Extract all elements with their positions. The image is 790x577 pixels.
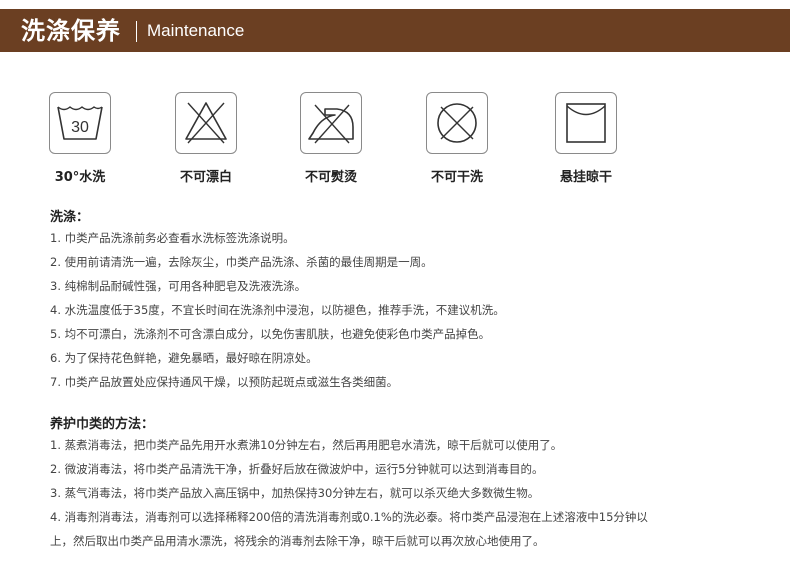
wash-30-icon: 30 <box>57 106 103 140</box>
care-icon-label: 30°水洗 <box>54 170 106 185</box>
washing-item: 5. 均不可漂白，洗涤剂不可含漂白成分，以免伤害肌肤，也避免使彩色巾类产品掉色。 <box>50 327 491 341</box>
care-icon-box <box>555 92 617 154</box>
washing-item: 1. 巾类产品洗涤前务必查看水洗标签洗涤说明。 <box>50 231 295 245</box>
washing-item: 3. 纯棉制品耐碱性强，可用各种肥皂及洗液洗涤。 <box>50 279 307 293</box>
care-item: 2. 微波消毒法，将巾类产品清洗干净，折叠好后放在微波炉中，运行5分钟就可以达到… <box>50 462 544 476</box>
hang-dry-icon <box>566 103 606 143</box>
care-item: 上，然后取出巾类产品用清水漂洗，将残余的消毒剂去除干净，晾干后就可以再次放心地使… <box>50 534 545 548</box>
page-title: 洗涤保养 <box>21 17 121 45</box>
care-icon-box <box>175 92 237 154</box>
no-bleach-icon <box>185 102 227 144</box>
care-icon-box: 30 <box>49 92 111 154</box>
care-icon-label: 不可干洗 <box>430 170 483 185</box>
care-icon-label: 不可熨烫 <box>304 170 357 185</box>
care-item: 4. 消毒剂消毒法，消毒剂可以选择稀释200倍的清洗消毒剂或0.1%的洗必泰。将… <box>50 510 648 524</box>
wash-temp-number: 30 <box>71 119 89 136</box>
care-section-title: 养护巾类的方法： <box>50 417 155 432</box>
care-icon-label: 悬挂晾干 <box>559 170 612 185</box>
no-dry-clean-icon <box>437 103 477 143</box>
washing-section-title: 洗涤： <box>50 210 90 225</box>
care-item: 1. 蒸煮消毒法，把巾类产品先用开水煮沸10分钟左右，然后再用肥皂水清洗，晾干后… <box>50 438 563 452</box>
care-icons-row: 30 30°水洗 不可漂白 不可熨烫 不可干洗 悬挂晾干 <box>0 92 790 192</box>
washing-item: 6. 为了保持花色鲜艳，避免暴晒，最好晾在阴凉处。 <box>50 351 318 365</box>
no-iron-icon <box>308 104 354 144</box>
header-bar: 洗涤保养 Maintenance <box>0 9 790 52</box>
washing-item: 4. 水洗温度低于35度，不宜长时间在洗涤剂中浸泡，以防褪色，推荐手洗，不建议机… <box>50 303 505 317</box>
washing-item: 2. 使用前请清洗一遍，去除灰尘，巾类产品洗涤、杀菌的最佳周期是一周。 <box>50 255 433 269</box>
page-subtitle: Maintenance <box>147 21 245 40</box>
care-icon-box <box>426 92 488 154</box>
washing-item: 7. 巾类产品放置处应保持通风干燥，以预防起斑点或滋生各类细菌。 <box>50 375 399 389</box>
care-item: 3. 蒸气消毒法，将巾类产品放入高压锅中，加热保持30分钟左右，就可以杀灭绝大多… <box>50 486 540 500</box>
care-icon-label: 不可漂白 <box>179 170 232 185</box>
care-icon-box <box>300 92 362 154</box>
header-divider <box>136 21 137 42</box>
